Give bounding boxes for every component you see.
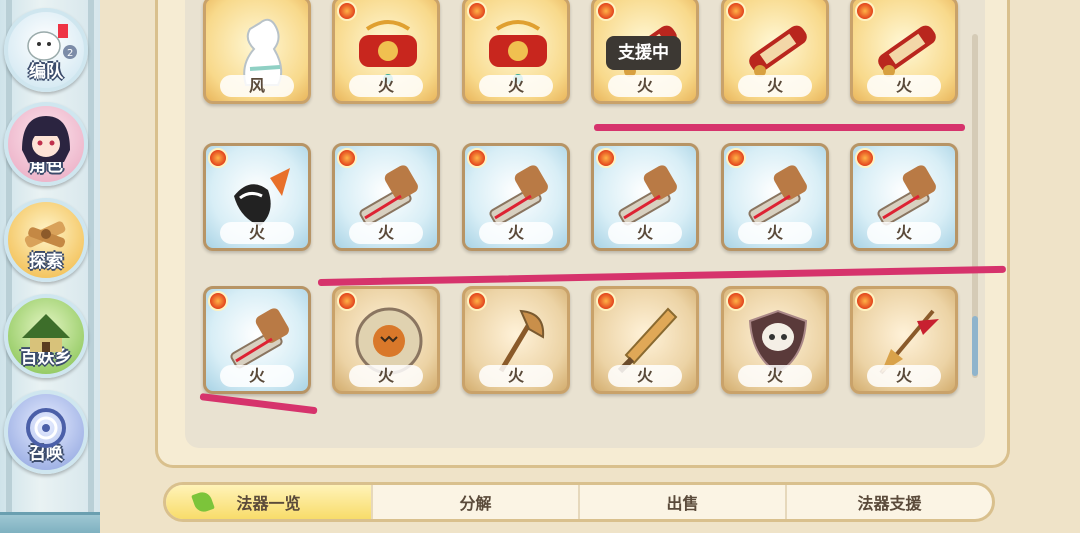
tab-label: 出售 <box>666 494 699 513</box>
scrollbar-thumb[interactable] <box>972 316 978 376</box>
item-card[interactable]: 火 <box>721 0 829 104</box>
item-card[interactable]: 风 <box>203 0 311 104</box>
tab-label: 分解 <box>459 494 492 513</box>
item-card[interactable]: 火 <box>332 143 440 251</box>
tab-artifact-list[interactable]: 法器一览 <box>166 485 373 519</box>
nav-explore-button[interactable]: 探索 <box>4 198 88 282</box>
element-label: 火 <box>479 75 553 97</box>
leaf-icon <box>191 489 215 515</box>
item-card[interactable]: 火 <box>721 143 829 251</box>
element-label: 火 <box>349 365 423 387</box>
element-label: 火 <box>479 365 553 387</box>
character-icon <box>22 116 70 162</box>
element-label: 火 <box>738 222 812 244</box>
element-label: 风 <box>220 75 294 97</box>
item-card[interactable]: 火 <box>850 0 958 104</box>
nav-formation-button[interactable]: 2 编队 <box>4 8 88 92</box>
formation-icon: 2 <box>27 24 77 61</box>
item-card[interactable]: 火 <box>332 286 440 394</box>
nav-summon-button[interactable]: 召唤 <box>4 390 88 474</box>
element-label: 火 <box>220 365 294 387</box>
element-label: 火 <box>738 75 812 97</box>
element-label: 火 <box>867 75 941 97</box>
cage-base <box>0 512 100 533</box>
element-label: 火 <box>867 365 941 387</box>
element-label: 火 <box>738 365 812 387</box>
tab-artifact-support[interactable]: 法器支援 <box>787 485 992 519</box>
summon-icon <box>26 408 66 448</box>
item-card[interactable]: 火 <box>462 0 570 104</box>
item-card[interactable]: 火 <box>850 143 958 251</box>
item-card[interactable]: 火 <box>462 143 570 251</box>
explore-icon <box>24 221 66 248</box>
item-card[interactable]: 火 <box>591 286 699 394</box>
cage-bar <box>88 0 94 533</box>
tab-sell[interactable]: 出售 <box>580 485 787 519</box>
tab-label: 法器一览 <box>236 494 301 513</box>
element-label: 火 <box>349 222 423 244</box>
element-label: 火 <box>608 365 682 387</box>
element-label: 火 <box>479 222 553 244</box>
element-label: 火 <box>220 222 294 244</box>
tab-label: 法器支援 <box>857 494 922 513</box>
element-label: 火 <box>349 75 423 97</box>
item-card[interactable]: 火 <box>850 286 958 394</box>
item-card[interactable]: 火 <box>721 286 829 394</box>
item-card[interactable]: 火 <box>462 286 570 394</box>
nav-character-button[interactable]: 角色 <box>4 102 88 186</box>
formation-badge: 2 <box>67 48 73 59</box>
element-label: 火 <box>608 75 682 97</box>
item-card[interactable]: 火 <box>332 0 440 104</box>
support-tooltip: 支援中 <box>606 36 681 70</box>
bottom-tabs: 法器一览 分解 出售 法器支援 <box>163 482 995 522</box>
element-label: 火 <box>867 222 941 244</box>
village-icon <box>22 314 70 352</box>
tab-decompose[interactable]: 分解 <box>373 485 580 519</box>
item-card[interactable]: 火 <box>203 143 311 251</box>
annotation-stroke <box>594 124 965 131</box>
element-label: 火 <box>608 222 682 244</box>
nav-village-button[interactable]: 百妖乡 <box>4 294 88 378</box>
item-card[interactable]: 火 <box>203 286 311 394</box>
item-card[interactable]: 火 <box>591 143 699 251</box>
